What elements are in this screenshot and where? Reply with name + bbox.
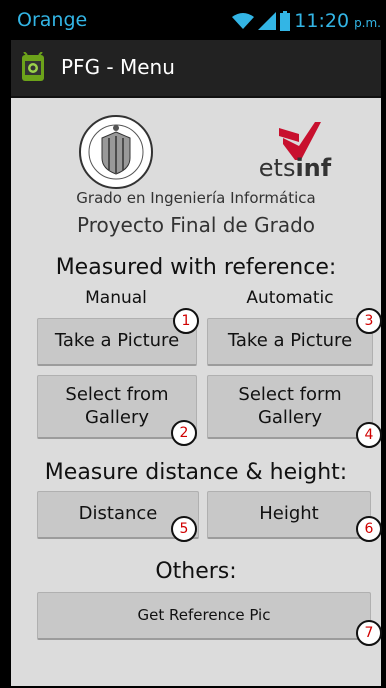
android-app-icon[interactable] xyxy=(17,52,49,84)
action-bar: PFG - Menu xyxy=(11,40,381,98)
annotation-badge-6: 6 xyxy=(356,516,382,542)
annotation-badge-5: 5 xyxy=(171,516,197,542)
manual-column-label: Manual xyxy=(85,288,147,308)
degree-subtitle: Grado en Ingeniería Informática xyxy=(76,189,316,207)
status-bar: Orange 11:20 p.m. xyxy=(11,2,381,40)
section-heading-measure: Measure distance & height: xyxy=(44,460,348,485)
annotation-badge-7: 7 xyxy=(356,620,382,646)
main-content: etsinf Grado en Ingeniería Informática P… xyxy=(11,98,382,686)
manual-gallery-line1: Select from xyxy=(65,384,169,405)
status-indicators: 11:20 p.m. xyxy=(232,9,381,33)
battery-icon xyxy=(280,11,291,31)
annotation-badge-2: 2 xyxy=(171,420,197,446)
auto-select-gallery-button[interactable]: Select form Gallery xyxy=(207,375,373,439)
etsinf-prefix: ets xyxy=(258,154,296,182)
clock-time: 11:20 xyxy=(294,10,350,32)
annotation-badge-3: 3 xyxy=(356,308,382,334)
automatic-column-label: Automatic xyxy=(246,288,334,308)
carrier-label: Orange xyxy=(17,9,88,31)
auto-take-picture-button[interactable]: Take a Picture xyxy=(207,318,373,366)
clock-ampm: p.m. xyxy=(354,16,381,30)
manual-gallery-line2: Gallery xyxy=(84,406,150,428)
section-heading-others: Others: xyxy=(155,559,237,584)
height-button[interactable]: Height xyxy=(207,491,371,539)
auto-gallery-line2: Gallery xyxy=(257,406,323,428)
university-seal-logo xyxy=(79,115,153,189)
etsinf-bold-suffix: inf xyxy=(295,154,332,182)
signal-icon xyxy=(258,12,277,30)
project-title: Proyecto Final de Grado xyxy=(76,213,316,237)
phone-frame: Orange 11:20 p.m. PFG - Menu etsinf Grad… xyxy=(9,0,383,688)
annotation-badge-4: 4 xyxy=(356,422,382,448)
etsinf-wordmark: etsinf xyxy=(245,154,345,182)
section-heading-reference: Measured with reference: xyxy=(55,255,337,280)
annotation-badge-1: 1 xyxy=(173,308,199,334)
wifi-icon xyxy=(232,13,255,29)
app-title: PFG - Menu xyxy=(61,55,175,79)
get-reference-pic-button[interactable]: Get Reference Pic xyxy=(37,592,371,640)
auto-gallery-line1: Select form xyxy=(238,384,342,405)
